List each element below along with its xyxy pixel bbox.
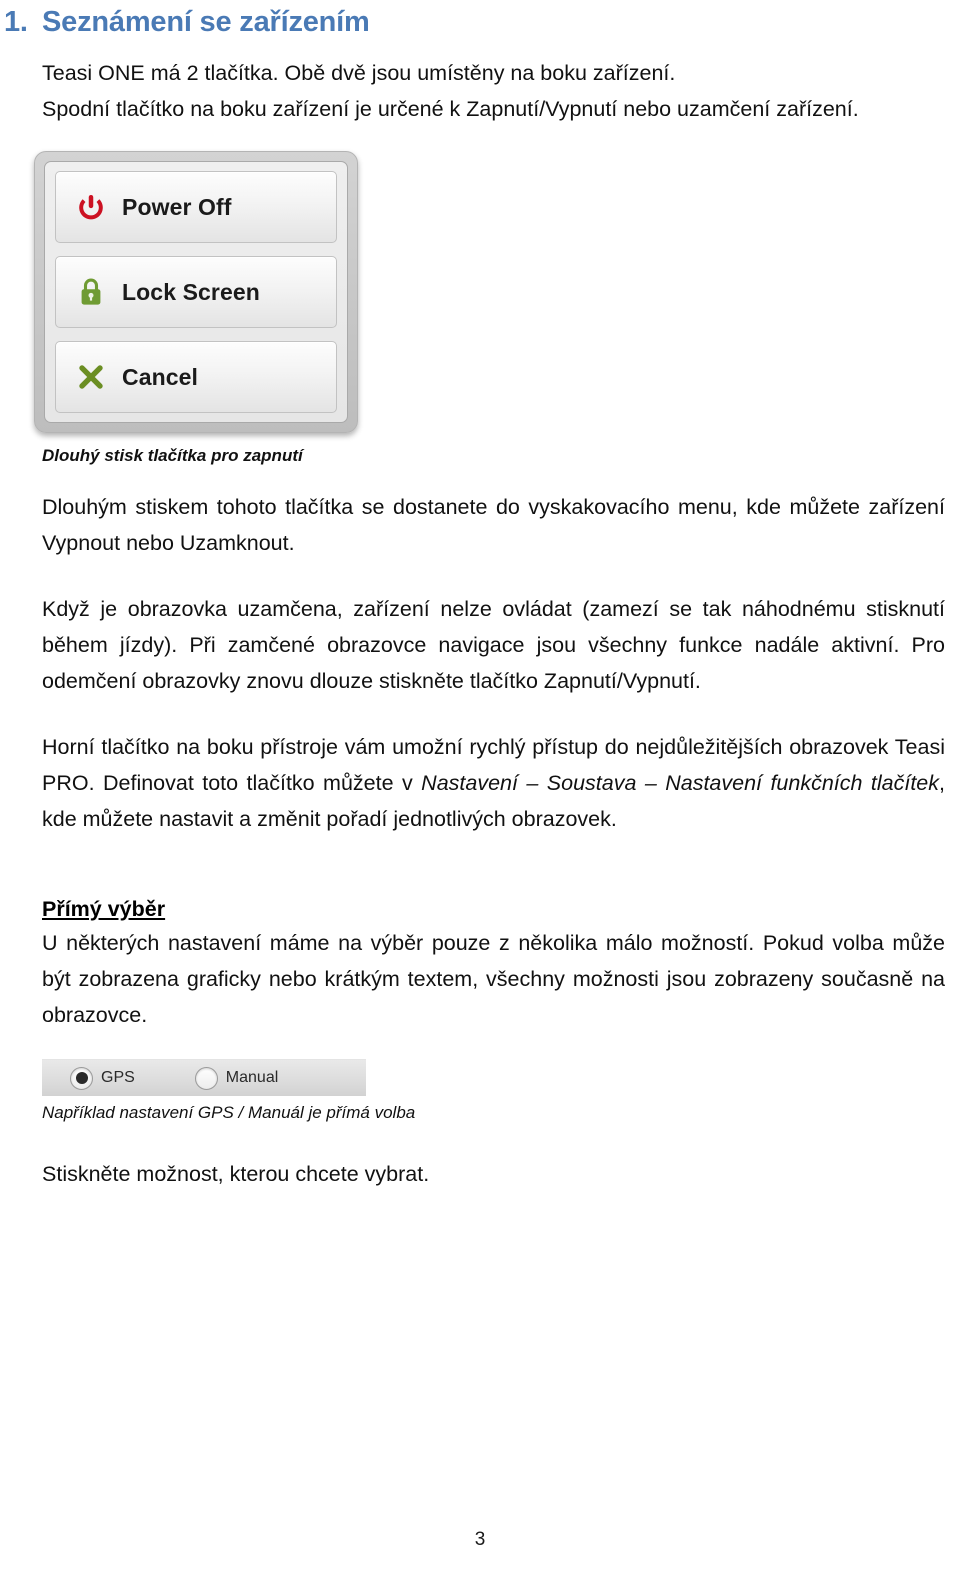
power-menu-figure: Power Off Lock Screen Cancel	[0, 151, 960, 433]
radio-option-manual[interactable]: Manual	[194, 1066, 279, 1090]
page-number: 3	[474, 1529, 486, 1550]
radio-gps-icon[interactable]	[70, 1066, 93, 1090]
document-body-3: Například nastavení GPS / Manuál je přím…	[0, 1096, 960, 1192]
radio-gps-selected-dot	[75, 1072, 88, 1084]
cancel-button[interactable]: Cancel	[55, 341, 337, 413]
close-x-icon	[74, 363, 108, 391]
intro-line-1: Teasi ONE má 2 tlačítka. Obě dvě jsou um…	[42, 61, 676, 85]
document-body: Teasi ONE má 2 tlačítka. Obě dvě jsou um…	[0, 55, 960, 127]
document-page: 1. Seznámení se zařízením Teasi ONE má 2…	[0, 0, 960, 1577]
gps-manual-figure: GPS Manual	[0, 1059, 960, 1096]
intro-line-2: Spodní tlačítko na boku zařízení je urče…	[42, 97, 859, 121]
power-off-button[interactable]: Power Off	[55, 171, 337, 243]
direct-selection-body: U některých nastavení máme na výběr pouz…	[42, 931, 945, 1027]
lock-screen-button[interactable]: Lock Screen	[55, 256, 337, 328]
document-body-2: Dlouhý stisk tlačítka pro zapnutí Dlouhý…	[0, 433, 960, 1033]
heading-text: Seznámení se zařízením	[42, 6, 370, 38]
power-icon	[74, 192, 108, 222]
lock-icon	[74, 277, 108, 307]
power-menu-panel: Power Off Lock Screen Cancel	[44, 161, 348, 423]
gps-manual-bar: GPS Manual	[42, 1059, 366, 1096]
paragraph-top-button: Horní tlačítko na boku přístroje vám umo…	[42, 729, 945, 837]
radio-manual-icon[interactable]	[194, 1066, 218, 1090]
page-title: 1. Seznámení se zařízením	[0, 0, 960, 39]
radio-option-gps[interactable]: GPS	[70, 1066, 135, 1090]
lock-screen-label: Lock Screen	[122, 278, 260, 305]
cancel-label: Cancel	[122, 363, 199, 390]
heading-number: 1.	[4, 6, 28, 38]
direct-selection-title: Přímý výběr	[42, 897, 166, 921]
power-menu-caption: Dlouhý stisk tlačítka pro zapnutí	[42, 446, 303, 465]
radio-manual-label: Manual	[225, 1069, 279, 1086]
power-menu-dialog: Power Off Lock Screen Cancel	[34, 151, 358, 433]
closing-instruction: Stiskněte možnost, kterou chcete vybrat.	[42, 1162, 430, 1186]
paragraph-long-press: Dlouhým stiskem tohoto tlačítka se dosta…	[42, 495, 945, 555]
paragraph-locked-screen: Když je obrazovka uzamčena, zařízení nel…	[42, 597, 945, 693]
power-off-label: Power Off	[122, 193, 232, 220]
settings-path-italic: Nastavení – Soustava – Nastavení funkční…	[421, 771, 940, 795]
direct-selection-section: Přímý výběr U některých nastavení máme n…	[42, 893, 945, 1033]
radio-gps-label: GPS	[101, 1069, 135, 1086]
gps-manual-caption: Například nastavení GPS / Manuál je přím…	[42, 1103, 416, 1122]
